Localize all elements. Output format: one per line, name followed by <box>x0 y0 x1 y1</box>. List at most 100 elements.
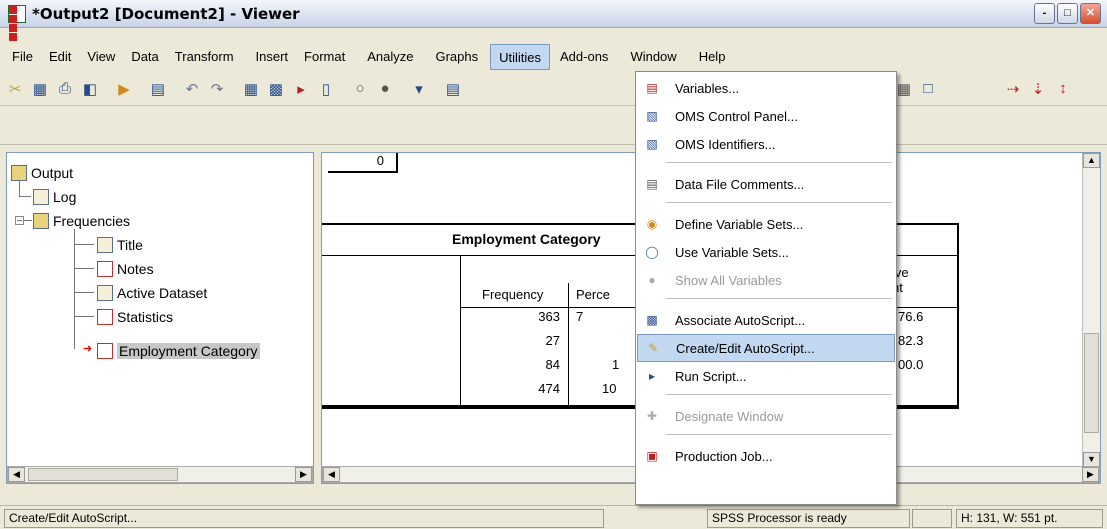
status-blank <box>912 509 952 528</box>
goto-data-icon[interactable]: ▤ <box>147 78 169 100</box>
scroll-right-icon[interactable]: ▶ <box>1082 467 1099 482</box>
viewer-app-icon <box>8 4 26 41</box>
menuitem-create-edit-autoscript[interactable]: ✎ Create/Edit AutoScript... <box>637 334 895 362</box>
expand-icon[interactable]: ↕ <box>1052 78 1074 100</box>
tree-item-label: Employment Category <box>117 343 260 359</box>
menu-graphs[interactable]: Graphs <box>427 44 486 70</box>
collapse-frequencies-icon[interactable]: – <box>15 216 24 225</box>
designate-icon: ✚ <box>646 409 658 423</box>
outline-horizontal-scrollbar[interactable]: ◀ ▶ <box>7 466 313 483</box>
save-icon[interactable]: ▦ <box>29 78 51 100</box>
oms-control-icon: ▧ <box>646 109 658 123</box>
menu-edit[interactable]: Edit <box>41 44 79 70</box>
square-icon[interactable]: □ <box>917 78 939 100</box>
content-vertical-scrollbar[interactable]: ▲ ▼ <box>1082 153 1100 467</box>
use-sets-toolbar-icon[interactable]: ○ <box>349 78 371 100</box>
goto-variable-icon[interactable]: ▩ <box>265 78 287 100</box>
menuitem-define-variable-sets[interactable]: ◉ Define Variable Sets... <box>637 210 895 238</box>
menuitem-label: Run Script... <box>675 368 747 384</box>
minimize-button[interactable]: - <box>1034 3 1055 24</box>
menu-utilities[interactable]: Utilities <box>490 44 551 70</box>
menuitem-label: Designate Window <box>675 408 784 424</box>
menuitem-show-all-variables[interactable]: ● Show All Variables <box>637 266 895 294</box>
tree-item-title[interactable]: Title <box>97 235 143 255</box>
designate-toolbar-icon[interactable]: ▤ <box>442 78 464 100</box>
table-icon <box>97 343 113 359</box>
cell-percent: 7 <box>576 309 584 324</box>
menuitem-data-file-comments[interactable]: ▤ Data File Comments... <box>637 170 895 198</box>
cell-frequency: 84 <box>545 357 560 372</box>
scroll-left-icon[interactable]: ◀ <box>8 467 25 482</box>
cell-frequency: 474 <box>538 381 560 396</box>
show-all-toolbar-icon[interactable]: ● <box>374 78 396 100</box>
menuitem-label: Create/Edit AutoScript... <box>676 340 815 356</box>
menuitem-variables[interactable]: ▤ Variables... <box>637 74 895 102</box>
maximize-button[interactable]: □ <box>1057 3 1078 24</box>
menuitem-associate-autoscript[interactable]: ▩ Associate AutoScript... <box>637 306 895 334</box>
tree-item-label: Frequencies <box>53 213 131 229</box>
open-icon[interactable]: ✂ <box>4 78 26 100</box>
scroll-up-icon[interactable]: ▲ <box>1083 153 1100 168</box>
cell-cumulative: 00.0 <box>898 357 924 372</box>
define-sets-icon: ◉ <box>646 217 658 231</box>
scroll-right-icon[interactable]: ▶ <box>295 467 312 482</box>
menuitem-production-job[interactable]: ▣ Production Job... <box>637 442 895 470</box>
menu-view[interactable]: View <box>79 44 123 70</box>
run-script-icon: ▸ <box>648 369 656 383</box>
menu-analyze[interactable]: Analyze <box>359 44 421 70</box>
scroll-thumb[interactable] <box>28 468 178 481</box>
outline-pane: Output Log – Frequencies Title Notes Act… <box>6 152 314 484</box>
export-icon[interactable]: ▶ <box>113 78 135 100</box>
menuitem-oms-identifiers[interactable]: ▧ OMS Identifiers... <box>637 130 895 158</box>
scroll-down-icon[interactable]: ▼ <box>1083 452 1100 467</box>
tree-item-output[interactable]: Output <box>11 163 73 183</box>
scroll-left-icon[interactable]: ◀ <box>323 467 340 482</box>
promote-icon[interactable]: ⇢ <box>1002 78 1024 100</box>
scroll-thumb[interactable] <box>1084 333 1099 433</box>
tree-item-notes[interactable]: Notes <box>97 259 154 279</box>
print-icon[interactable]: ⎙ <box>54 78 76 100</box>
goto-case-icon[interactable]: ▦ <box>240 78 262 100</box>
title-icon <box>97 237 113 253</box>
tree-item-active-dataset[interactable]: Active Dataset <box>97 283 207 303</box>
status-bar: Create/Edit AutoScript... SPSS Processor… <box>0 505 1107 529</box>
variables-toolbar-icon[interactable]: ▸ <box>290 78 312 100</box>
tree-item-statistics[interactable]: Statistics <box>97 307 173 327</box>
tree-item-label: Title <box>117 237 143 253</box>
comments-icon: ▤ <box>646 177 658 191</box>
cell-frequency: 27 <box>545 333 560 348</box>
undo-icon[interactable]: ↶ <box>181 78 203 100</box>
demote-icon[interactable]: ⇣ <box>1027 78 1049 100</box>
menu-help[interactable]: Help <box>691 44 734 70</box>
tree-item-frequencies[interactable]: Frequencies <box>33 211 130 231</box>
current-item-arrow-icon: ➜ <box>83 343 93 355</box>
menu-window[interactable]: Window <box>622 44 684 70</box>
redo-icon[interactable]: ↷ <box>206 78 228 100</box>
print-preview-icon[interactable]: ◧ <box>79 78 101 100</box>
menuitem-run-script[interactable]: ▸ Run Script... <box>637 362 895 390</box>
menu-transform[interactable]: Transform <box>167 44 242 70</box>
menu-insert[interactable]: Insert <box>248 44 297 70</box>
menu-format[interactable]: Format <box>296 44 353 70</box>
tree-item-label: Output <box>31 165 74 181</box>
menu-data[interactable]: Data <box>123 44 166 70</box>
close-button[interactable]: ✕ <box>1080 3 1101 24</box>
menuitem-label: Associate AutoScript... <box>675 312 806 328</box>
toolbar-strip <box>0 107 1107 145</box>
cell-frequency: 363 <box>538 309 560 324</box>
menuitem-label: Data File Comments... <box>675 176 805 192</box>
table-title: Employment Category <box>452 231 601 247</box>
tree-item-employment-category[interactable]: Employment Category <box>97 341 260 361</box>
menuitem-label: Use Variable Sets... <box>675 244 789 260</box>
tree-item-log[interactable]: Log <box>33 187 76 207</box>
cell-percent: 1 <box>612 357 620 372</box>
menu-file[interactable]: File <box>4 44 41 70</box>
menu-add-ons[interactable]: Add-ons <box>552 44 616 70</box>
menuitem-designate-window[interactable]: ✚ Designate Window <box>637 402 895 430</box>
menuitem-oms-control-panel[interactable]: ▧ OMS Control Panel... <box>637 102 895 130</box>
insert-heading-icon[interactable]: ▾ <box>408 78 430 100</box>
find-icon[interactable]: ▯ <box>315 78 337 100</box>
menuitem-use-variable-sets[interactable]: ◯ Use Variable Sets... <box>637 238 895 266</box>
menuitem-label: OMS Control Panel... <box>675 108 798 124</box>
use-sets-icon: ◯ <box>645 245 659 259</box>
